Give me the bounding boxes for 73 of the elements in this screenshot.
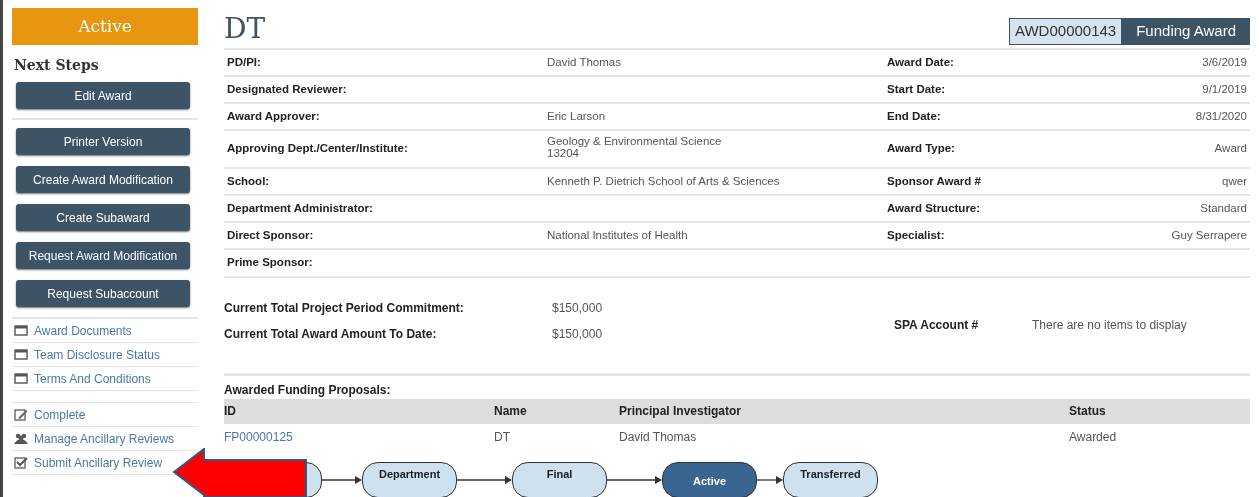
sidebar-link[interactable]: Award Documents: [34, 321, 132, 340]
table-icon: [14, 372, 28, 385]
action-button[interactable]: Request Award Modification: [16, 242, 190, 269]
edit-icon: [14, 408, 28, 421]
field-label: Prime Sponsor:: [227, 255, 313, 271]
field-value: qwer: [1222, 173, 1247, 189]
connector-arrow: [607, 474, 662, 485]
field-value: $150,000: [552, 325, 603, 343]
people-icon: [14, 432, 28, 445]
field-label: SPA Account #: [894, 316, 980, 334]
action-button[interactable]: Create Subaward: [16, 204, 190, 231]
sidebar-link[interactable]: Complete: [34, 405, 86, 424]
field-label: Award Type:: [887, 141, 955, 157]
table-icon: [14, 324, 28, 337]
field-label: Award Structure:: [887, 200, 981, 216]
table-cell: David Thomas: [619, 429, 697, 444]
section-heading: Awarded Funding Proposals:: [224, 381, 392, 399]
field-label: Start Date:: [887, 81, 946, 97]
field-value: Kenneth P. Dietrich School of Arts & Sciences: [547, 174, 780, 187]
column-header: Status: [1069, 403, 1106, 421]
status-banner: Active: [12, 8, 198, 45]
table-cell: DT: [494, 429, 510, 444]
field-label: PD/PI:: [227, 54, 261, 70]
field-label: End Date:: [887, 109, 941, 125]
field-value: Eric Larson: [547, 110, 606, 123]
field-value: David Thomas: [547, 55, 621, 68]
field-value: Standard: [1200, 200, 1247, 216]
proposal-link[interactable]: FP00000125: [224, 429, 293, 444]
workflow-node: Final: [512, 461, 607, 497]
field-value: National Institutes of Health: [547, 229, 688, 242]
sidebar-link[interactable]: Team Disclosure Status: [34, 345, 161, 364]
workflow-node: Active: [662, 461, 757, 497]
connector-arrow: [322, 474, 362, 485]
workflow-node: Department: [362, 461, 457, 497]
field-label: Current Total Project Period Commitment:: [224, 299, 465, 317]
field-value: 3/6/2019: [1202, 54, 1247, 70]
field-label: School:: [227, 173, 270, 189]
field-label: Specialist:: [887, 228, 945, 244]
action-button[interactable]: Edit Award: [16, 82, 190, 109]
sidebar-link[interactable]: Submit Ancillary Review: [34, 453, 163, 472]
record-id: AWD00000143: [1009, 18, 1123, 45]
table-cell: Awarded: [1069, 429, 1117, 444]
field-label: Department Administrator:: [227, 200, 373, 216]
field-label: Current Total Award Amount To Date:: [224, 325, 438, 343]
field-label: Approving Dept./Center/Institute:: [227, 141, 408, 157]
connector-arrow: [457, 474, 512, 485]
field-label: Direct Sponsor:: [227, 228, 314, 244]
column-header: ID: [224, 403, 237, 421]
field-label: Designated Reviewer:: [227, 81, 347, 97]
action-button[interactable]: Printer Version: [16, 128, 190, 155]
record-type-badge: Funding Award: [1122, 18, 1250, 45]
field-value: $150,000: [552, 299, 603, 317]
field-value: Award: [1214, 141, 1247, 157]
field-value: 8/31/2020: [1195, 109, 1247, 125]
checkbox-icon: [14, 456, 28, 469]
field-label: Award Approver:: [227, 109, 320, 125]
field-label: Award Date:: [887, 54, 954, 70]
connector-arrow: [757, 474, 783, 485]
action-button[interactable]: Create Award Modification: [16, 166, 190, 193]
sidebar-link[interactable]: Terms And Conditions: [34, 369, 151, 388]
column-header: Name: [494, 403, 528, 421]
column-header: Principal Investigator: [619, 403, 743, 421]
table-icon: [14, 348, 28, 361]
action-button[interactable]: Request Subaccount: [16, 280, 190, 307]
field-value: Guy Serrapere: [1171, 228, 1247, 244]
field-label: Sponsor Award #: [887, 173, 981, 189]
record-title: DT: [224, 12, 266, 46]
workflow-node: Transferred: [783, 461, 878, 497]
sidebar-link[interactable]: Manage Ancillary Reviews: [34, 429, 175, 448]
field-value: Geology & Environmental Science 13204: [547, 135, 722, 160]
section-heading: Next Steps: [14, 56, 100, 75]
field-value: There are no items to display: [1032, 316, 1187, 334]
field-value: 9/1/2019: [1202, 81, 1247, 97]
